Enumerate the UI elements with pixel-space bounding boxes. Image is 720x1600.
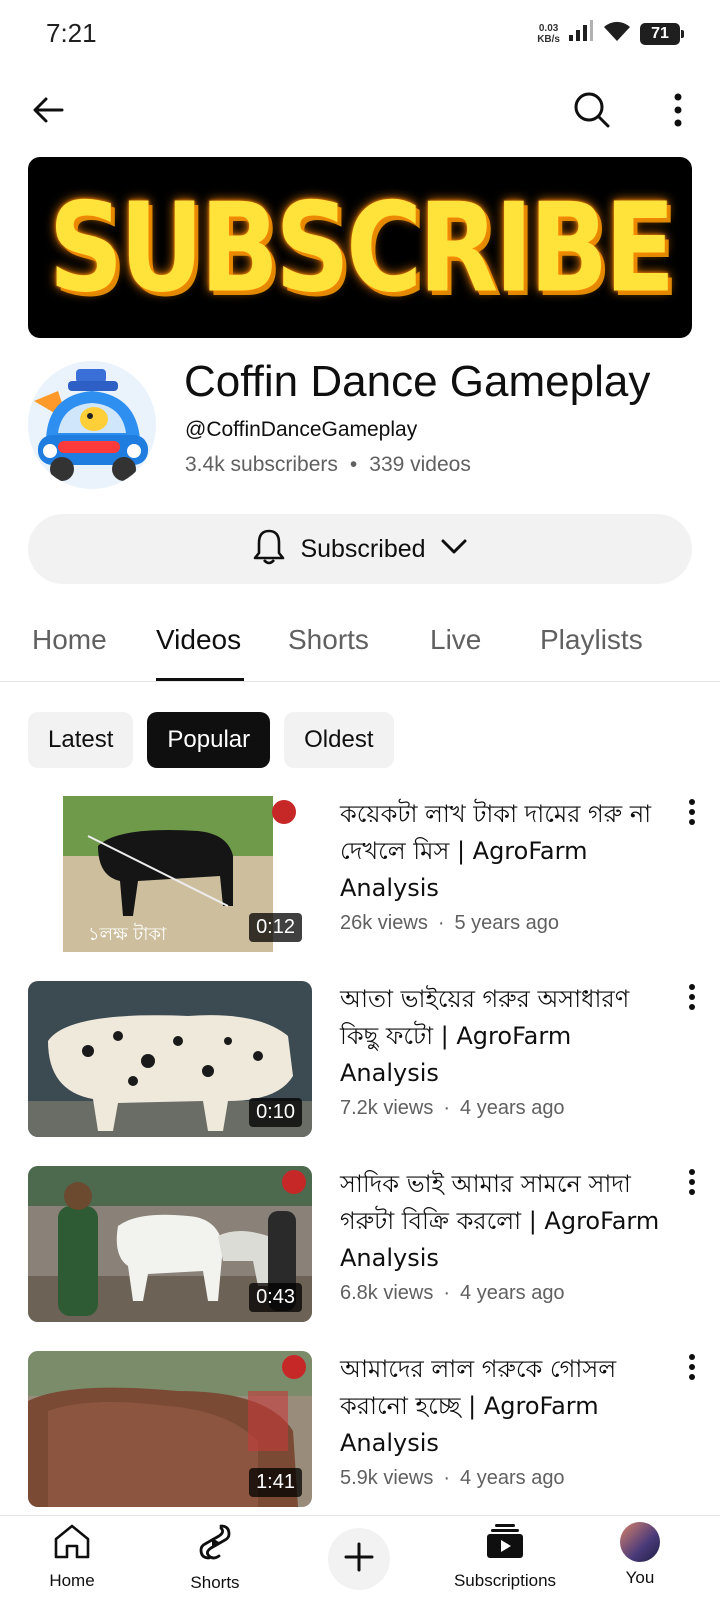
tab-live[interactable]: Live <box>430 624 481 656</box>
video-duration: 1:41 <box>249 1468 302 1497</box>
video-list: ১লক্ষ টাকা 0:12 কয়েকটা লাখ টাকা দামের গ… <box>0 796 720 1536</box>
status-time: 7:21 <box>46 18 97 48</box>
wifi-icon <box>602 20 632 47</box>
tab-playlists[interactable]: Playlists <box>540 624 643 656</box>
video-thumbnail[interactable]: ১লক্ষ টাকা 0:12 <box>28 796 312 952</box>
chip-latest[interactable]: Latest <box>28 712 134 768</box>
sort-chips: Latest Popular Oldest <box>28 712 394 768</box>
video-title[interactable]: সাদিক ভাই আমার সামনে সাদা গরুটা বিক্রি ক… <box>340 1166 670 1277</box>
signal-icon <box>568 20 594 47</box>
nav-home-label: Home <box>49 1571 95 1590</box>
channel-handle: @CoffinDanceGameplay <box>185 418 418 441</box>
subscribed-button[interactable]: Subscribed <box>28 514 692 584</box>
video-thumbnail[interactable]: 0:43 <box>28 1166 312 1322</box>
meta-dot: · <box>437 912 445 934</box>
search-button[interactable] <box>570 90 614 134</box>
video-title[interactable]: আতা ভাইয়ের গরুর অসাধারণ কিছু ফটো | Agro… <box>340 981 670 1092</box>
channel-avatar[interactable] <box>28 361 156 489</box>
video-more-button[interactable] <box>674 1351 710 1387</box>
nav-you-label: You <box>625 1568 655 1587</box>
channel-stats: 3.4k subscribers • 339 videos <box>185 453 471 477</box>
subscriber-count: 3.4k subscribers <box>185 453 338 476</box>
bottom-navigation: Home Shorts Subscriptions You <box>0 1515 720 1600</box>
video-count: 339 videos <box>369 453 471 476</box>
more-vert-icon <box>688 983 696 1015</box>
nav-home[interactable]: Home <box>17 1522 127 1591</box>
channel-tabs: Home Videos Shorts Live Playlists <box>0 606 720 682</box>
video-duration: 0:12 <box>249 913 302 942</box>
upload-age: 4 years ago <box>460 1282 565 1304</box>
upload-age: 4 years ago <box>460 1467 565 1489</box>
network-speed: 0.03 KB/s <box>537 22 560 45</box>
video-meta: 6.8k views · 4 years ago <box>340 1282 565 1305</box>
video-more-button[interactable] <box>674 981 710 1017</box>
status-bar: 7:21 0.03 KB/s 71 <box>0 0 720 70</box>
nav-subscriptions-label: Subscriptions <box>453 1571 557 1590</box>
more-vert-icon <box>688 1168 696 1200</box>
nav-subscriptions[interactable]: Subscriptions <box>440 1522 570 1591</box>
create-button[interactable] <box>328 1528 390 1590</box>
video-duration: 0:10 <box>249 1098 302 1127</box>
more-vert-icon <box>688 798 696 830</box>
channel-banner: SUBSCRIBE <box>28 157 692 338</box>
video-meta: 5.9k views · 4 years ago <box>340 1467 565 1490</box>
view-count: 26k views <box>340 912 428 934</box>
chevron-down-icon <box>440 538 468 561</box>
active-tab-indicator <box>156 678 244 681</box>
video-duration: 0:43 <box>249 1283 302 1312</box>
banner-text: SUBSCRIBE <box>48 175 676 320</box>
search-icon <box>573 91 611 134</box>
chip-popular[interactable]: Popular <box>147 712 271 768</box>
view-count: 7.2k views <box>340 1097 434 1119</box>
shorts-icon <box>197 1522 233 1567</box>
meta-dot: · <box>443 1467 451 1489</box>
nav-you[interactable]: You <box>595 1522 685 1588</box>
chip-oldest[interactable]: Oldest <box>284 712 394 768</box>
tab-shorts[interactable]: Shorts <box>288 624 369 656</box>
status-icons: 0.03 KB/s 71 <box>537 20 684 47</box>
meta-separator: • <box>349 453 358 476</box>
video-thumbnail[interactable]: 1:41 <box>28 1351 312 1507</box>
meta-dot: · <box>443 1097 451 1119</box>
upload-age: 4 years ago <box>460 1097 565 1119</box>
video-meta: 7.2k views · 4 years ago <box>340 1097 565 1120</box>
upload-age: 5 years ago <box>454 912 559 934</box>
video-title[interactable]: আমাদের লাল গরুকে গোসল করানো হচ্ছে | Agro… <box>340 1351 670 1462</box>
battery-icon: 71 <box>640 22 684 45</box>
view-count: 5.9k views <box>340 1467 434 1489</box>
more-options-button[interactable] <box>656 90 700 134</box>
police-car-cartoon-icon <box>28 361 156 489</box>
top-app-bar <box>0 80 720 144</box>
arrow-left-icon <box>30 92 66 133</box>
back-button[interactable] <box>26 90 70 134</box>
video-more-button[interactable] <box>674 1166 710 1202</box>
video-more-button[interactable] <box>674 796 710 832</box>
more-vert-icon <box>673 93 683 132</box>
video-item[interactable]: 0:10 আতা ভাইয়ের গরুর অসাধারণ কিছু ফটো |… <box>0 981 720 1166</box>
channel-name: Coffin Dance Gameplay <box>184 357 651 406</box>
plus-icon <box>343 1541 375 1578</box>
video-meta: 26k views · 5 years ago <box>340 912 559 935</box>
video-thumbnail[interactable]: 0:10 <box>28 981 312 1137</box>
home-icon <box>52 1522 92 1565</box>
thumbnail-caption: ১লক্ষ টাকা <box>88 923 167 945</box>
nav-shorts[interactable]: Shorts <box>160 1522 270 1593</box>
tab-videos[interactable]: Videos <box>156 624 241 656</box>
profile-avatar <box>620 1522 660 1562</box>
video-item[interactable]: 1:41 আমাদের লাল গরুকে গোসল করানো হচ্ছে |… <box>0 1351 720 1536</box>
video-item[interactable]: 0:43 সাদিক ভাই আমার সামনে সাদা গরুটা বিক… <box>0 1166 720 1351</box>
subscribed-label: Subscribed <box>300 534 426 563</box>
nav-shorts-label: Shorts <box>190 1573 240 1592</box>
tab-home[interactable]: Home <box>32 624 107 656</box>
subscriptions-icon <box>485 1522 525 1565</box>
view-count: 6.8k views <box>340 1282 434 1304</box>
meta-dot: · <box>443 1282 451 1304</box>
more-vert-icon <box>688 1353 696 1385</box>
video-title[interactable]: কয়েকটা লাখ টাকা দামের গরু না দেখলে মিস … <box>340 796 670 907</box>
video-item[interactable]: ১লক্ষ টাকা 0:12 কয়েকটা লাখ টাকা দামের গ… <box>0 796 720 981</box>
bell-icon <box>252 528 286 571</box>
